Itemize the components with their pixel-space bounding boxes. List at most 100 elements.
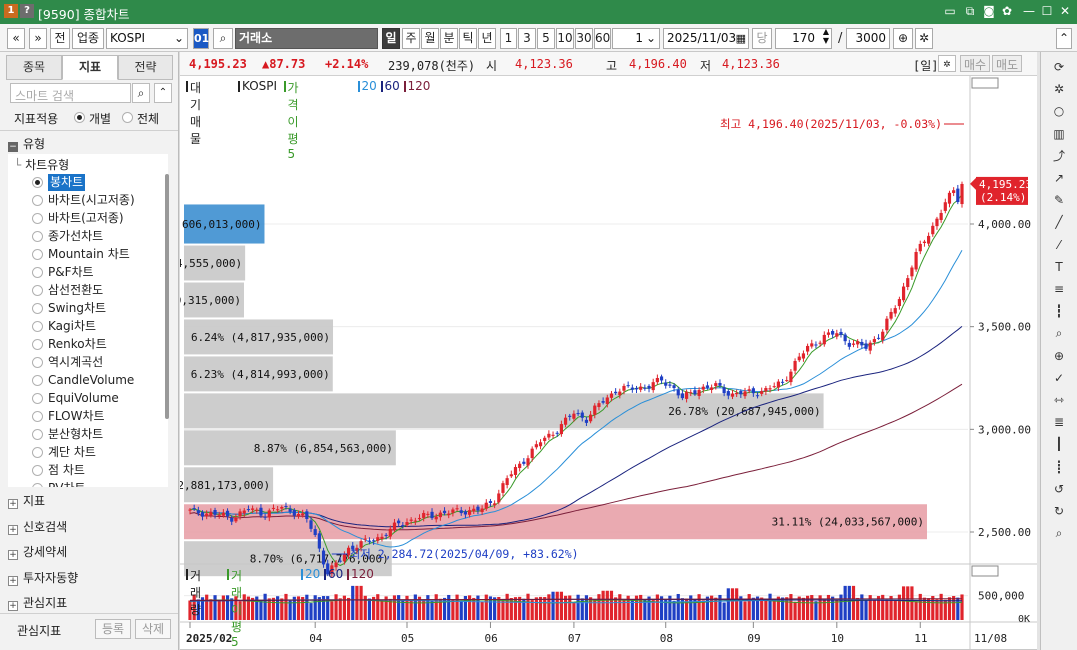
chart-type-radio[interactable] [32, 375, 43, 386]
maximize-icon[interactable]: ☐ [1039, 3, 1055, 19]
chart-type-item[interactable]: Swing차트 [48, 300, 106, 317]
period-button-3[interactable]: 분 [440, 28, 458, 49]
gear-icon[interactable]: ✲ [1050, 80, 1068, 98]
chart-type-item[interactable]: Mountain 차트 [48, 246, 130, 263]
prev-symbol-button[interactable]: « [7, 28, 25, 49]
jeon-button[interactable]: 전 [50, 28, 70, 49]
bar-chart-icon[interactable]: ▥ [1050, 125, 1068, 143]
chart-type-radio[interactable] [32, 429, 43, 440]
camera-icon[interactable]: ◙ [981, 3, 997, 19]
text-icon[interactable]: T [1050, 258, 1068, 276]
chart-type-radio[interactable] [32, 321, 43, 332]
chart-type-item[interactable]: CandleVolume [48, 372, 134, 389]
chart-type-radio[interactable] [32, 303, 43, 314]
buy-button[interactable]: 매수 [960, 55, 990, 72]
section-3[interactable]: + 투자자동향 [8, 569, 78, 586]
collapse-icon[interactable]: ⌃ [154, 83, 172, 103]
auto-line-icon[interactable]: ⁄ [1050, 236, 1068, 254]
search-icon[interactable]: ⌕ [213, 28, 233, 49]
legend-item[interactable]: 120 [351, 567, 374, 581]
chart-type-item[interactable]: EquiVolume [48, 390, 119, 407]
legend-item[interactable]: 20 [305, 567, 320, 581]
gear-icon[interactable]: ✲ [915, 28, 933, 49]
redo-icon[interactable]: ↻ [1050, 502, 1068, 520]
interval-button-5[interactable]: 60 [594, 28, 611, 49]
tree-scrollbar[interactable] [165, 174, 169, 419]
chart-type-radio[interactable] [32, 195, 43, 206]
chart-type-radio[interactable] [32, 249, 43, 260]
subgroup-chart-type[interactable]: └ 차트유형 [14, 156, 69, 173]
section-4[interactable]: + 관심지표 [8, 594, 67, 611]
expand-icon[interactable]: ⌃ [1056, 28, 1072, 49]
fibo-icon[interactable]: ≣ [1050, 413, 1068, 431]
settings-icon[interactable]: ✿ [999, 3, 1015, 19]
chart-type-item[interactable]: 바차트(시고저종) [48, 192, 135, 209]
legend-item[interactable]: 거래량 [190, 567, 201, 618]
undo-icon[interactable]: ↺ [1050, 480, 1068, 498]
ruler-icon[interactable]: ⇿ [1050, 391, 1068, 409]
chart-type-item[interactable]: 종가선차트 [48, 228, 103, 245]
chart-type-radio[interactable] [32, 285, 43, 296]
group-type[interactable]: − 유형 [8, 135, 45, 152]
next-symbol-button[interactable]: » [29, 28, 47, 49]
spinner-icon[interactable]: ▲ ▼ [823, 27, 829, 45]
chart-type-radio[interactable] [32, 411, 43, 422]
chart-type-radio[interactable] [32, 465, 43, 476]
copy-icon[interactable]: ⧉ [962, 3, 978, 19]
radio-all[interactable] [122, 112, 133, 123]
chart-type-radio[interactable] [32, 231, 43, 242]
interval-button-1[interactable]: 3 [518, 28, 536, 49]
count-unit-select[interactable]: 1 ⌄ [612, 28, 660, 49]
chart-type-radio[interactable] [32, 267, 43, 278]
dang-button[interactable]: 당 [752, 28, 772, 49]
circle-icon[interactable]: ○ [1050, 102, 1068, 120]
symbol-code-badge[interactable]: 01 [193, 28, 209, 49]
section-0[interactable]: + 지표 [8, 492, 45, 509]
zoom-plus-icon[interactable]: ⊕ [893, 28, 913, 49]
chart-type-radio[interactable] [32, 393, 43, 404]
trend-icon[interactable]: ⤴ [1050, 147, 1068, 165]
minimize-icon[interactable]: — [1021, 3, 1037, 19]
period-button-0[interactable]: 일 [382, 28, 400, 49]
chart-type-radio[interactable] [32, 447, 43, 458]
interval-button-0[interactable]: 1 [500, 28, 517, 49]
chart-type-item[interactable]: 바차트(고저종) [48, 210, 124, 227]
all-icon[interactable]: ≡ [1050, 280, 1068, 298]
tab-stock[interactable]: 종목 [6, 55, 62, 80]
chart-type-radio[interactable] [32, 483, 43, 487]
help-icon[interactable]: ? [20, 4, 34, 18]
zoom-check-icon[interactable]: ✓ [1050, 369, 1068, 387]
date-field[interactable]: 2025/11/03 ▦ [663, 28, 749, 49]
chart-type-item[interactable]: 점 차트 [48, 462, 85, 479]
bars-icon[interactable]: ┃ [1050, 435, 1068, 453]
search-icon[interactable]: ⌕ [1050, 524, 1068, 542]
close-icon[interactable]: ✕ [1057, 3, 1073, 19]
period-button-5[interactable]: 년 [478, 28, 496, 49]
interval-button-3[interactable]: 10 [556, 28, 574, 49]
gear-icon[interactable]: ✲ [938, 55, 956, 72]
legend-item[interactable]: 거래이평 5 [231, 567, 242, 649]
section-1[interactable]: + 신호검색 [8, 518, 67, 535]
price-chart[interactable]: 4,000.00 3,500.00 3,000.00 2,500.00 3.37% (2… [180, 76, 1037, 650]
total-field[interactable]: 3000 [846, 28, 890, 49]
chart-type-radio[interactable] [32, 339, 43, 350]
zoom-icon[interactable]: ⌕ [1050, 324, 1068, 342]
bars-count-field[interactable]: 170 ▲ ▼ [775, 27, 832, 49]
chart-type-item[interactable]: 봉차트 [48, 174, 86, 191]
chart-type-item[interactable]: FLOW차트 [48, 408, 105, 425]
refresh-icon[interactable]: ⟳ [1050, 58, 1068, 76]
pen-icon[interactable]: ✎ [1050, 191, 1068, 209]
delete-button[interactable]: 삭제 [135, 619, 171, 639]
tab-strategy[interactable]: 전략 [118, 55, 173, 80]
interval-button-2[interactable]: 5 [537, 28, 555, 49]
chart-type-item[interactable]: PV차트 [48, 480, 86, 487]
chart-type-item[interactable]: 분산형차트 [48, 426, 103, 443]
period-button-4[interactable]: 틱 [459, 28, 477, 49]
search-icon[interactable]: ⌕ [132, 83, 150, 103]
legend-item[interactable]: 60 [328, 567, 343, 581]
calendar-icon[interactable]: ▦ [736, 29, 746, 48]
chart-type-radio[interactable] [32, 213, 43, 224]
radio-individual[interactable] [74, 112, 85, 123]
chart-type-radio[interactable] [32, 357, 43, 368]
chart-type-radio[interactable] [32, 177, 43, 188]
